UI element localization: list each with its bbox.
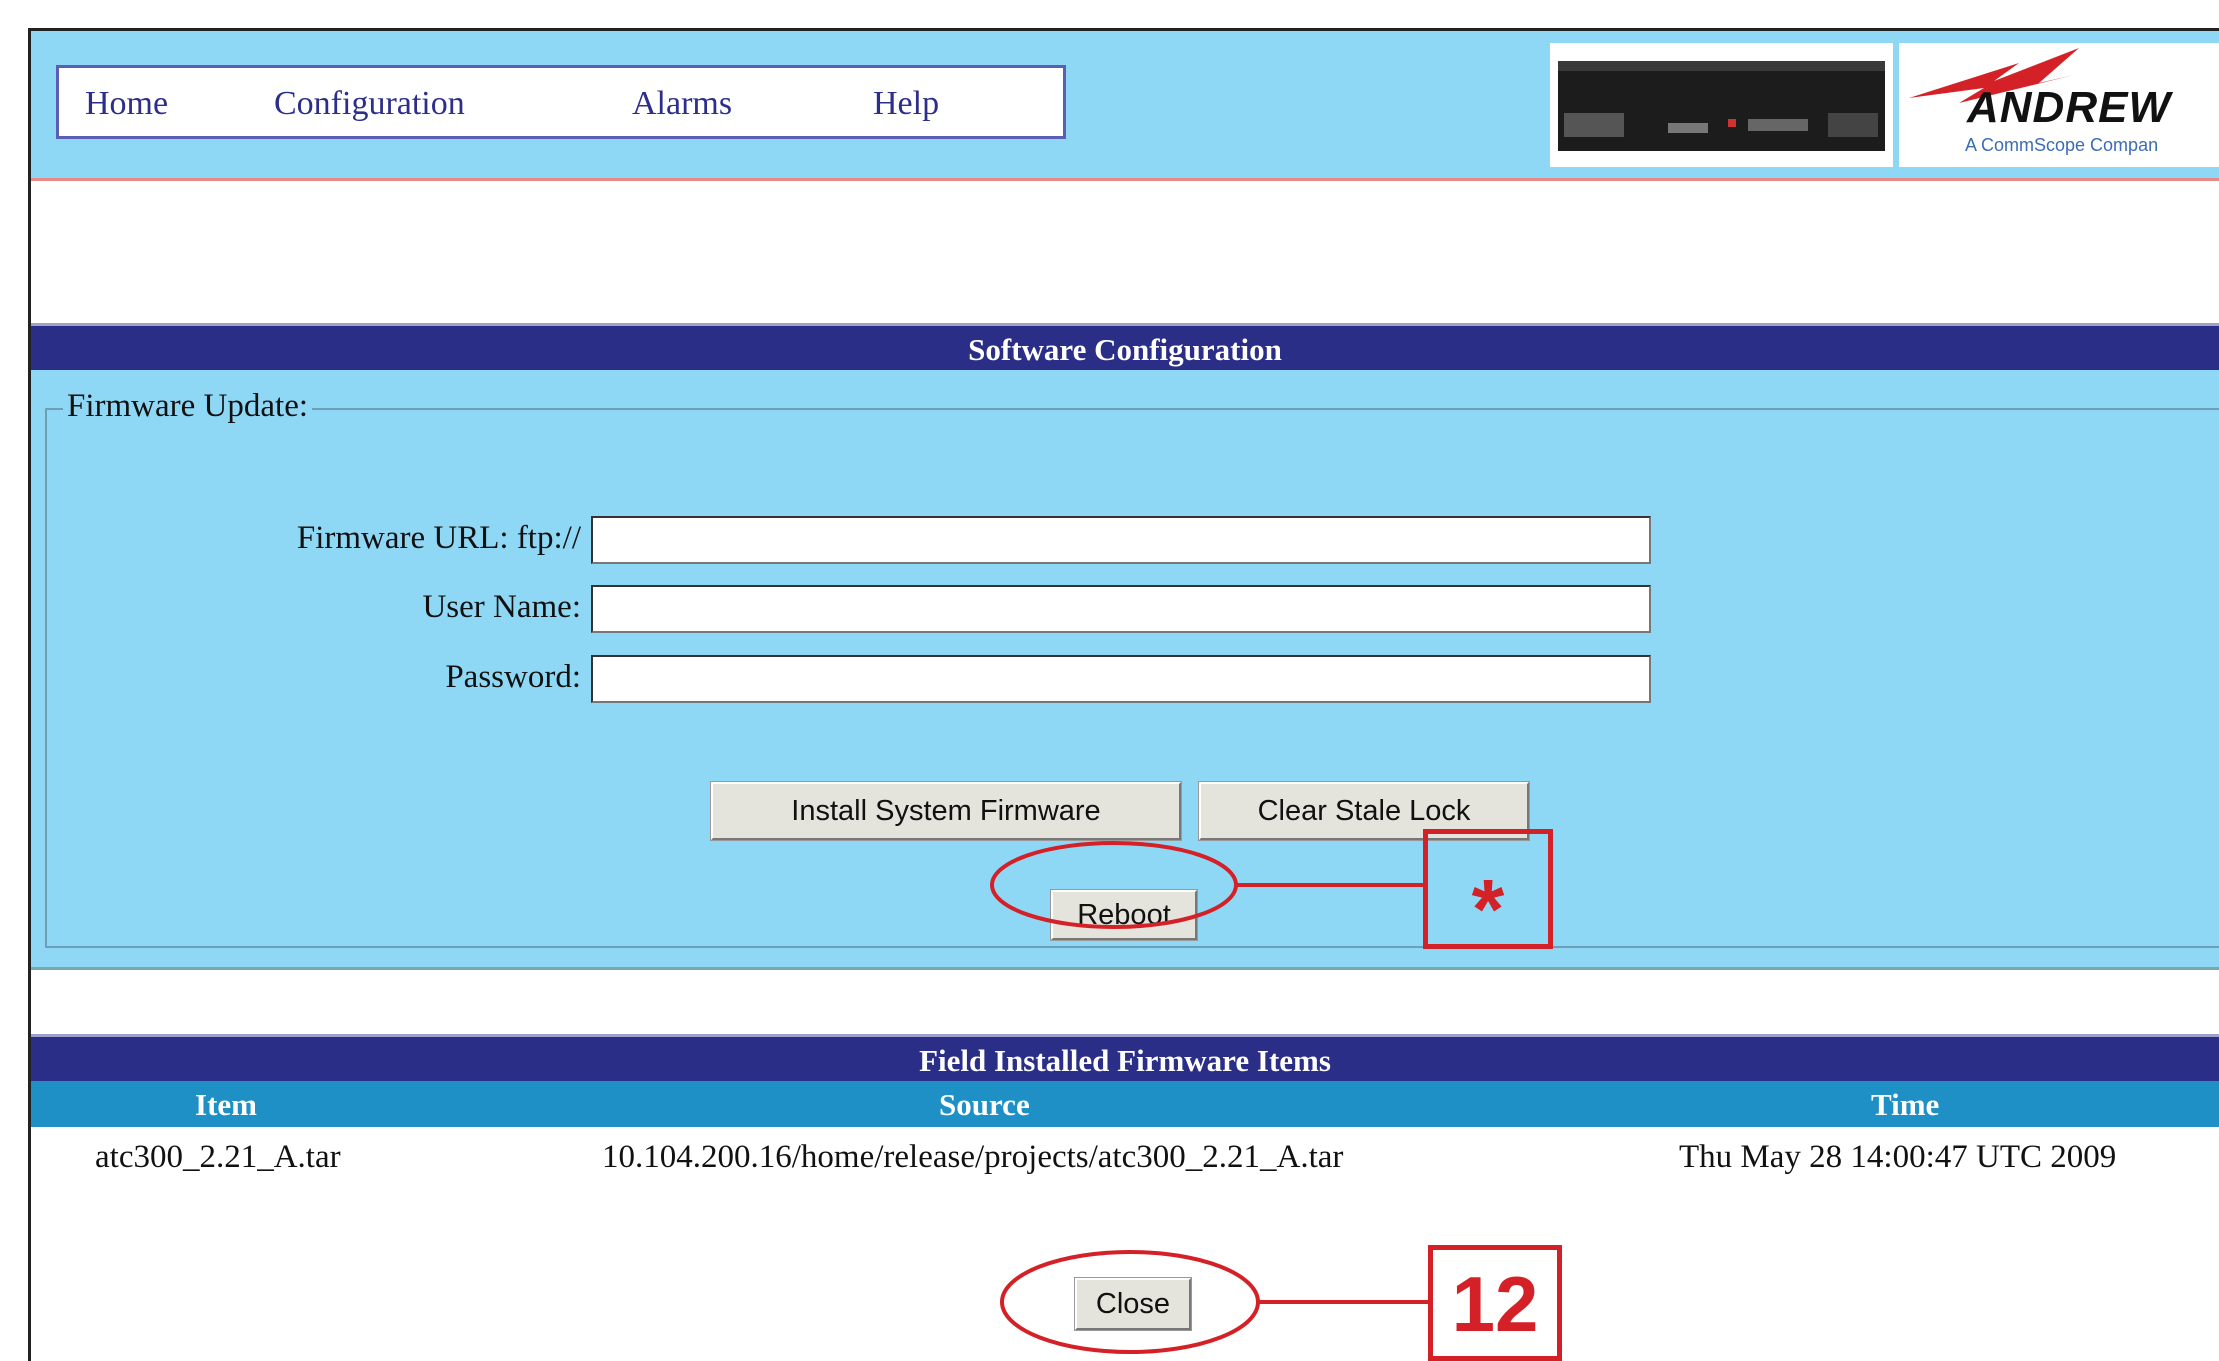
header-bar: Home Configuration Alarms Help ANDREW A … [31, 31, 2219, 181]
reboot-button[interactable]: Reboot [1050, 889, 1198, 941]
logo-tagline: A CommScope Compan [1965, 135, 2159, 155]
app-window: Home Configuration Alarms Help ANDREW A … [28, 28, 2219, 1361]
close-callout-box: 12 [1428, 1245, 1562, 1361]
field-installed-firmware-title: Field Installed Firmware Items [31, 1034, 2219, 1081]
table-row-source: 10.104.200.16/home/release/projects/atc3… [602, 1139, 1344, 1175]
column-header-time: Time [1871, 1087, 1940, 1122]
user-name-input[interactable] [591, 585, 1651, 633]
table-row-item: atc300_2.21_A.tar [95, 1139, 341, 1175]
password-input[interactable] [591, 655, 1651, 703]
firmware-update-legend: Firmware Update: [63, 388, 313, 425]
nav-configuration-link[interactable]: Configuration [274, 85, 465, 123]
nav-alarms-link[interactable]: Alarms [632, 85, 732, 123]
software-configuration-title: Software Configuration [31, 323, 2219, 370]
table-row-time: Thu May 28 14:00:47 UTC 2009 [1679, 1139, 2117, 1175]
reboot-callout-box: * [1423, 829, 1553, 956]
device-image [1550, 43, 1893, 167]
install-system-firmware-button[interactable]: Install System Firmware [710, 781, 1182, 841]
software-configuration-panel: Firmware Update: Firmware URL: ftp:// Us… [31, 370, 2219, 970]
main-nav: Home Configuration Alarms Help [56, 65, 1066, 139]
column-header-item: Item [195, 1087, 257, 1122]
nav-help-link[interactable]: Help [873, 85, 939, 123]
firmware-url-input[interactable] [591, 516, 1651, 564]
column-header-source: Source [939, 1087, 1030, 1122]
user-name-label: User Name: [422, 589, 581, 625]
firmware-url-label: Firmware URL: ftp:// [296, 520, 581, 556]
firmware-table-header: Item Source Time [31, 1081, 2219, 1127]
rack-unit-icon [1558, 61, 1885, 151]
andrew-logo: ANDREW A CommScope Compan [1899, 43, 2219, 167]
close-button[interactable]: Close [1074, 1277, 1192, 1331]
password-label: Password: [445, 659, 581, 695]
nav-home-link[interactable]: Home [85, 85, 168, 123]
logo-wordmark: ANDREW [1967, 83, 2171, 132]
